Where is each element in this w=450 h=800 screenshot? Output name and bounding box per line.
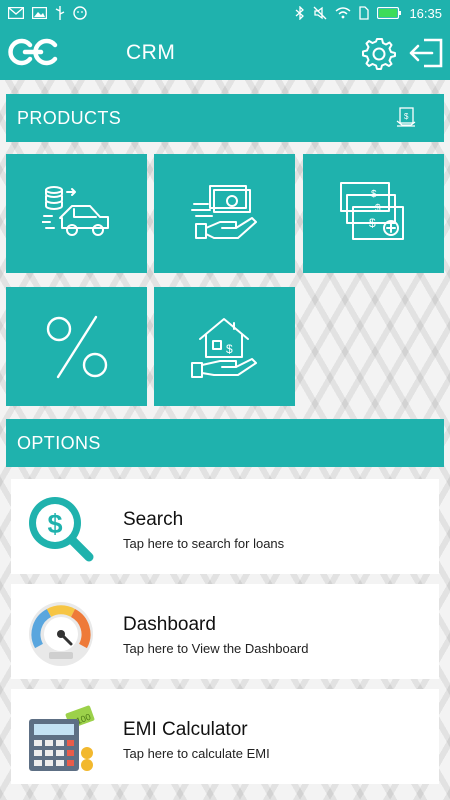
- emi-option-title: EMI Calculator: [123, 719, 248, 740]
- product-tile-interest-rate[interactable]: [6, 287, 147, 406]
- option-emi-calculator[interactable]: 100 EMI Calculator Tap here to calculate…: [11, 689, 439, 784]
- percent-icon: [46, 315, 107, 378]
- search-option-title: Search: [123, 509, 184, 530]
- vehicle-loan-icon: [41, 185, 109, 236]
- option-search[interactable]: $ Search Tap here to search for loans: [11, 479, 439, 574]
- logout-button[interactable]: [408, 36, 444, 75]
- option-dashboard[interactable]: Dashboard Tap here to View the Dashboard: [11, 584, 439, 679]
- home-loan-icon: $: [190, 317, 257, 378]
- money-icon: $: [396, 107, 416, 134]
- mute-icon: [313, 6, 327, 20]
- bluetooth-icon: [295, 6, 305, 20]
- usb-icon: [55, 6, 65, 20]
- products-header: PRODUCTS $: [6, 94, 444, 142]
- product-tile-vehicle-loan[interactable]: [6, 154, 147, 273]
- svg-text:$: $: [371, 189, 377, 200]
- money-stack-icon: $ $ $: [339, 181, 404, 240]
- cash-in-hand-icon: [190, 184, 257, 239]
- settings-button[interactable]: [362, 36, 396, 75]
- svg-text:$: $: [226, 342, 233, 356]
- product-tile-home-loan[interactable]: $: [154, 287, 295, 406]
- status-time: 16:35: [409, 5, 442, 21]
- svg-text:$: $: [404, 112, 409, 121]
- wifi-icon: [335, 7, 351, 19]
- app-title: CRM: [126, 41, 176, 64]
- status-right-icons: 16:35: [295, 6, 442, 21]
- calculator-icon: 100: [27, 705, 95, 771]
- emi-option-subtitle: Tap here to calculate EMI: [123, 746, 270, 761]
- app-bar: CRM: [0, 26, 450, 80]
- status-left-icons: [8, 6, 87, 20]
- dashboard-option-subtitle: Tap here to View the Dashboard: [123, 641, 309, 656]
- battery-icon: [377, 7, 402, 19]
- options-title: OPTIONS: [17, 432, 101, 453]
- status-bar: 16:35: [0, 0, 450, 26]
- product-tile-money-stack[interactable]: $ $ $: [303, 154, 444, 273]
- mail-icon: [8, 7, 24, 19]
- dashboard-option-title: Dashboard: [123, 614, 216, 635]
- sim-icon: [359, 6, 370, 20]
- app-logo-icon: [8, 37, 60, 72]
- gear-icon: [362, 38, 396, 70]
- options-header: OPTIONS: [6, 419, 444, 467]
- logout-icon: [409, 38, 443, 68]
- image-icon: [32, 7, 47, 19]
- dollar-search-icon: $: [27, 495, 94, 562]
- svg-text:$: $: [369, 216, 376, 230]
- svg-text:$: $: [47, 509, 62, 539]
- search-option-subtitle: Tap here to search for loans: [123, 536, 285, 551]
- speedometer-icon: [27, 600, 93, 666]
- smiley-icon: [73, 6, 87, 20]
- product-tile-personal-loan[interactable]: [154, 154, 295, 273]
- svg-text:$: $: [375, 203, 381, 214]
- products-title: PRODUCTS: [17, 107, 122, 128]
